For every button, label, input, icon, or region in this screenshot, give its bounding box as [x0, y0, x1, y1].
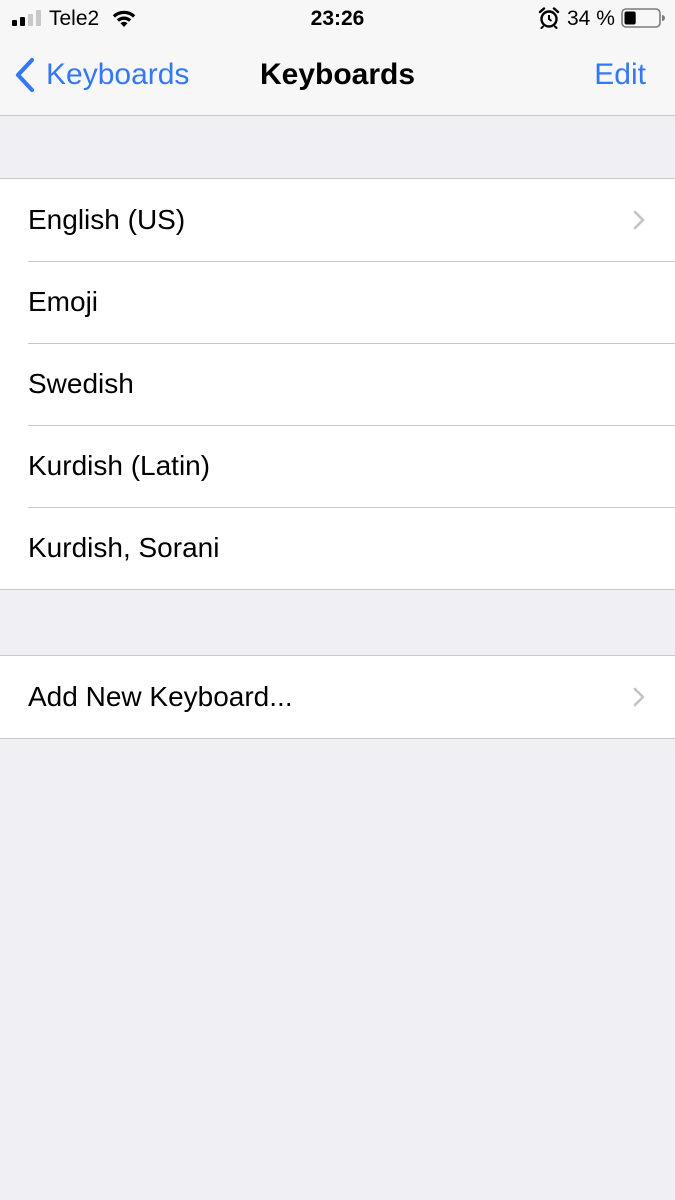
list-item-label: Emoji	[28, 286, 99, 317]
battery-percent: 34 %	[567, 7, 615, 30]
battery-icon	[621, 8, 665, 28]
add-keyboard-section: Add New Keyboard...	[0, 655, 675, 739]
page-title: Keyboards	[259, 58, 416, 91]
keyboard-row-kurdish-sorani[interactable]: Kurdish, Sorani	[0, 507, 675, 589]
list-item-label: English (US)	[28, 204, 186, 235]
list-item-label: Kurdish (Latin)	[28, 450, 211, 481]
keyboards-list: English (US) Emoji Swedish Kurdish (Lati…	[0, 178, 675, 590]
keyboard-row-emoji[interactable]: Emoji	[0, 261, 675, 343]
chevron-right-icon	[633, 210, 645, 230]
list-item-label: Kurdish, Sorani	[28, 532, 220, 563]
keyboard-row-english-us[interactable]: English (US)	[0, 179, 675, 261]
navigation-bar: Keyboards Keyboards Edit	[0, 38, 675, 116]
keyboard-row-swedish[interactable]: Swedish	[0, 343, 675, 425]
keyboard-row-kurdish-latin[interactable]: Kurdish (Latin)	[0, 425, 675, 507]
status-bar: Tele2 23:26 34 %	[0, 0, 675, 38]
add-new-keyboard-label: Add New Keyboard...	[28, 681, 293, 712]
chevron-right-icon	[633, 687, 645, 707]
add-new-keyboard-button[interactable]: Add New Keyboard...	[0, 656, 675, 738]
alarm-icon	[538, 7, 560, 29]
edit-button[interactable]: Edit	[594, 55, 646, 95]
list-item-label: Swedish	[28, 368, 134, 399]
